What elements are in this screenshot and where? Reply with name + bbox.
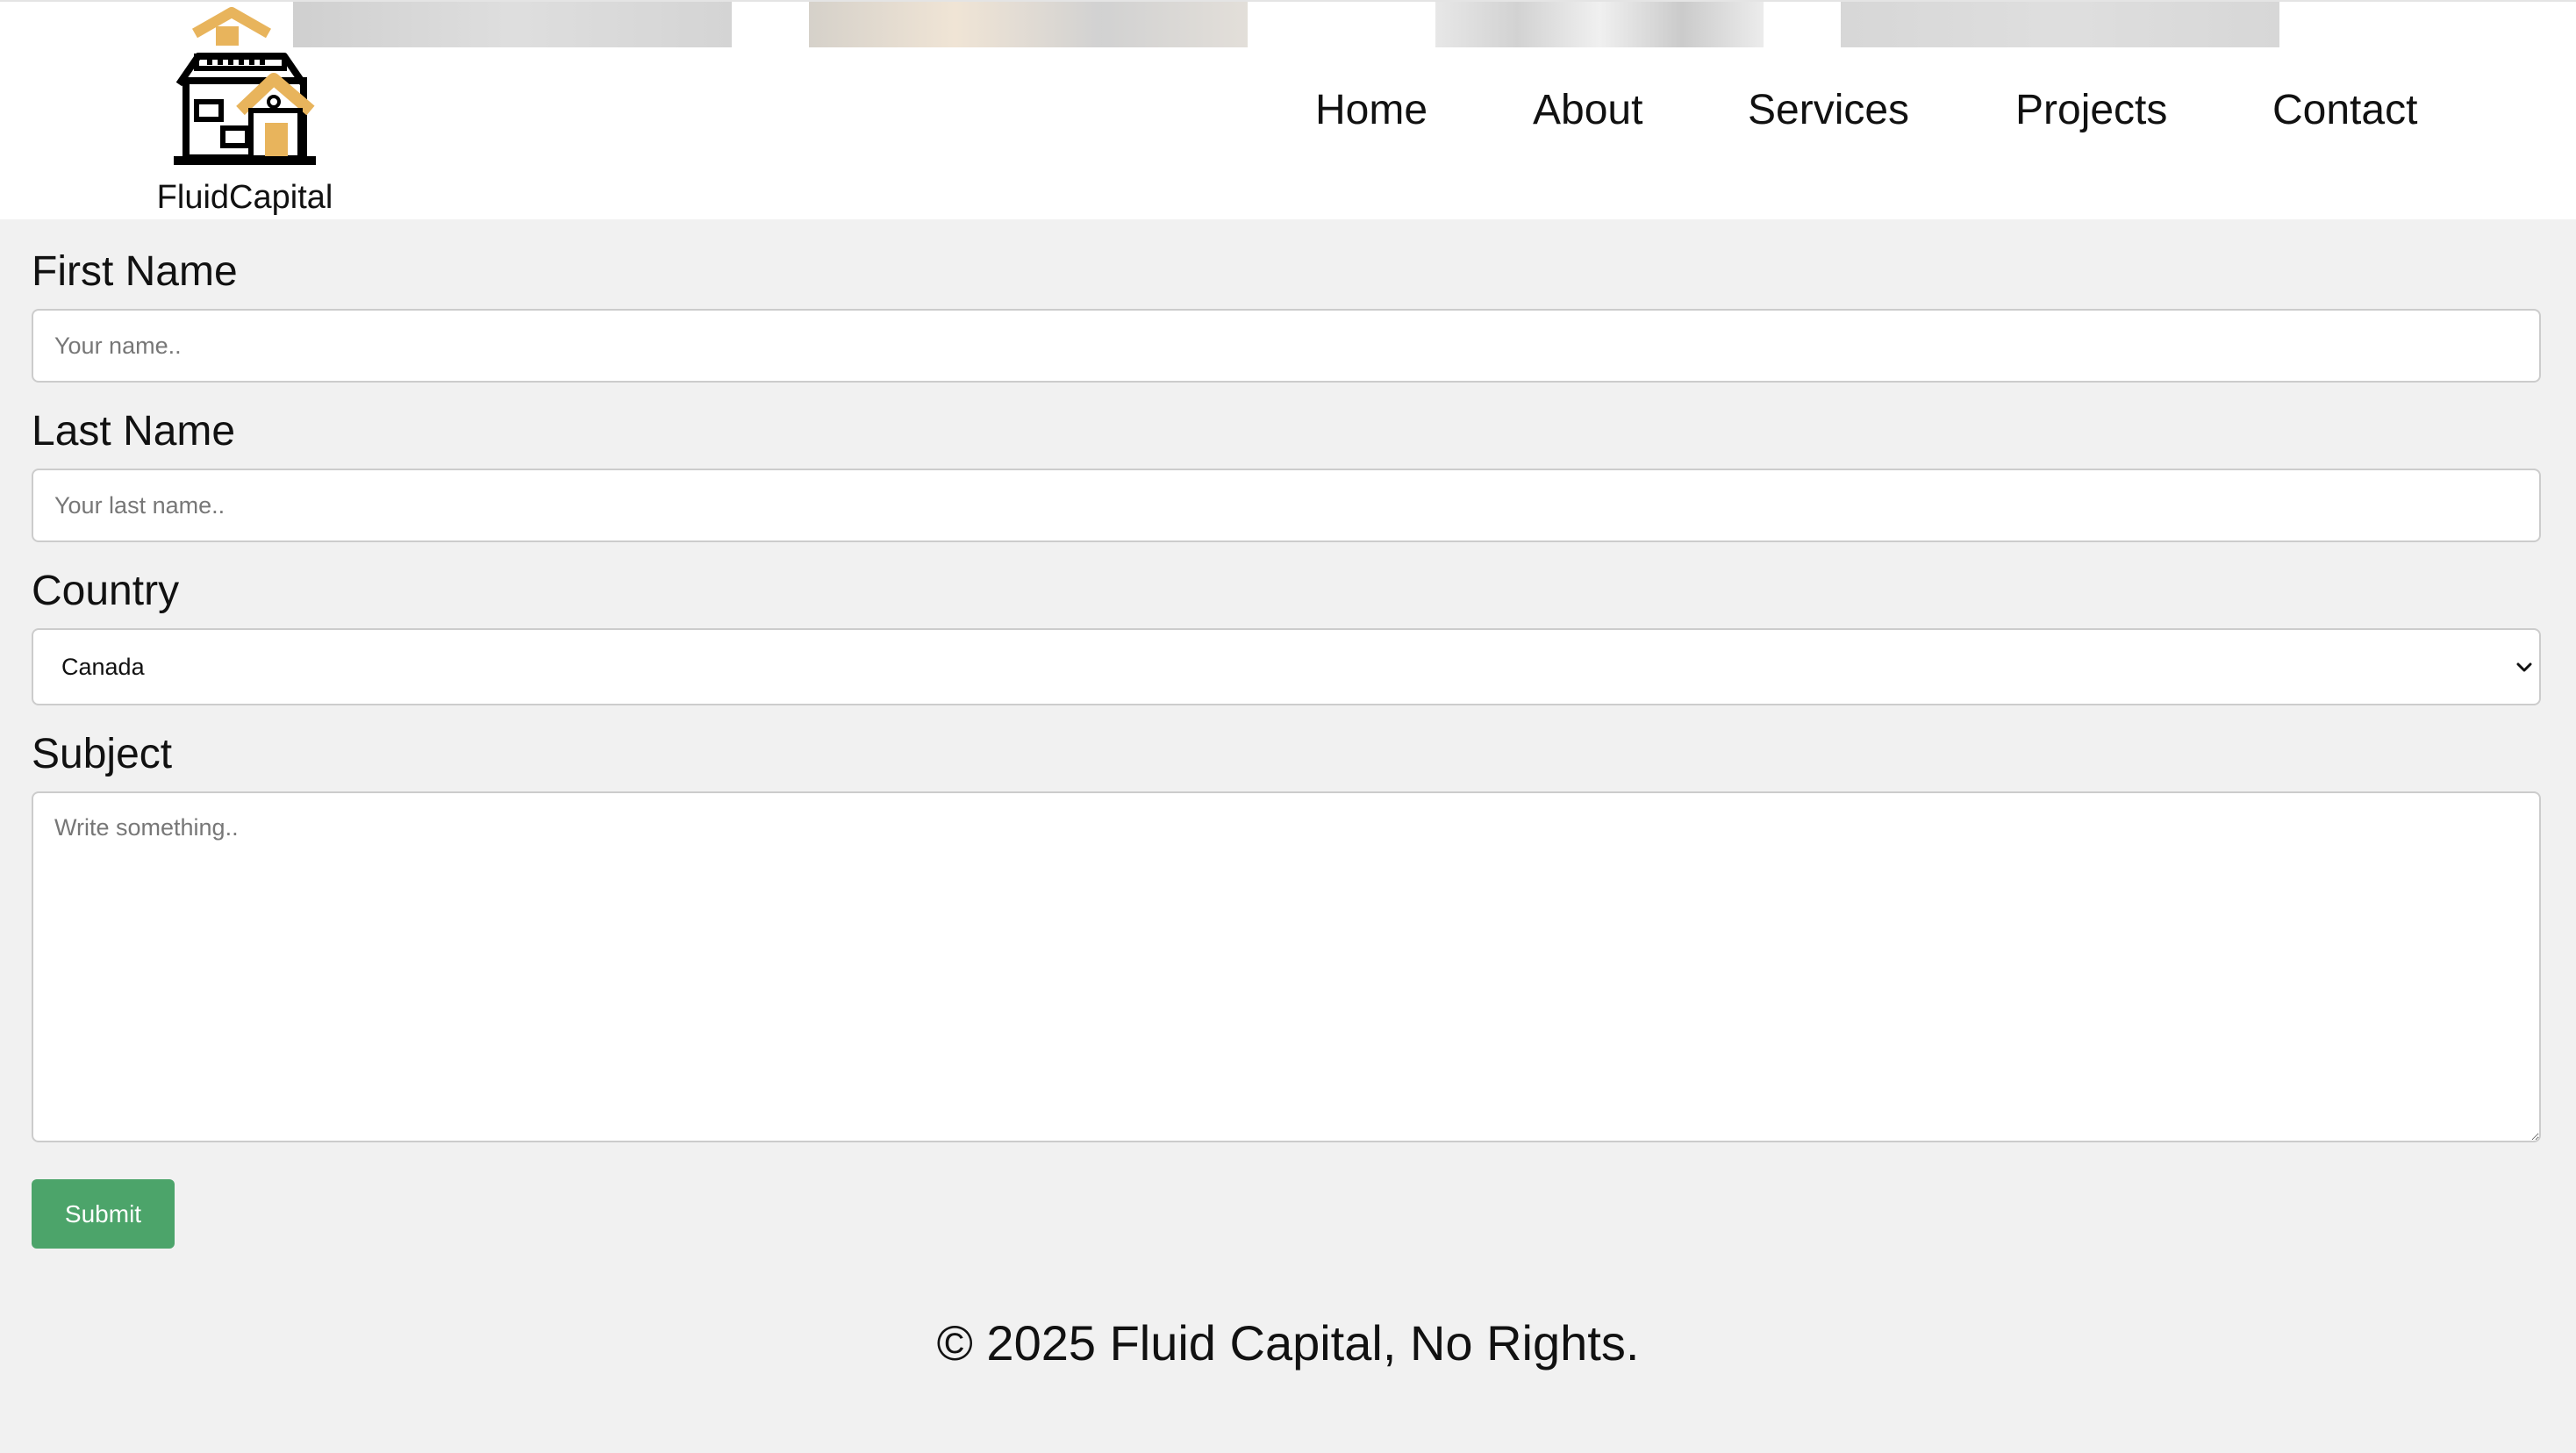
nav-item-home[interactable]: Home	[1315, 86, 1428, 134]
nav-item-about[interactable]: About	[1533, 86, 1642, 134]
submit-button[interactable]: Submit	[32, 1179, 175, 1249]
first-name-input[interactable]	[32, 309, 2541, 383]
nav-item-services[interactable]: Services	[1748, 86, 1909, 134]
subject-textarea[interactable]	[32, 791, 2541, 1142]
hero-image-strip	[1435, 2, 1764, 47]
country-label: Country	[32, 568, 180, 614]
last-name-input[interactable]	[32, 469, 2541, 542]
nav-item-projects[interactable]: Projects	[2015, 86, 2167, 134]
first-name-label: First Name	[32, 248, 238, 295]
chevron-down-icon	[2516, 662, 2532, 672]
country-select-value: Canada	[61, 654, 145, 680]
hero-image-strip	[293, 2, 732, 47]
house-logo-icon	[174, 7, 316, 165]
footer-copyright: © 2025 Fluid Capital, No Rights.	[936, 1315, 1640, 1371]
brand-name: FluidCapital	[156, 179, 333, 216]
logo[interactable]: FluidCapital	[149, 7, 340, 218]
nav-item-contact[interactable]: Contact	[2272, 86, 2417, 134]
hero-image-strip	[809, 2, 1248, 47]
country-select[interactable]: Canada	[32, 628, 2541, 705]
subject-label: Subject	[32, 731, 173, 777]
hero-image-strip	[1841, 2, 2279, 47]
last-name-label: Last Name	[32, 408, 236, 455]
site-header: FluidCapital Home About Services Project…	[0, 0, 2576, 219]
